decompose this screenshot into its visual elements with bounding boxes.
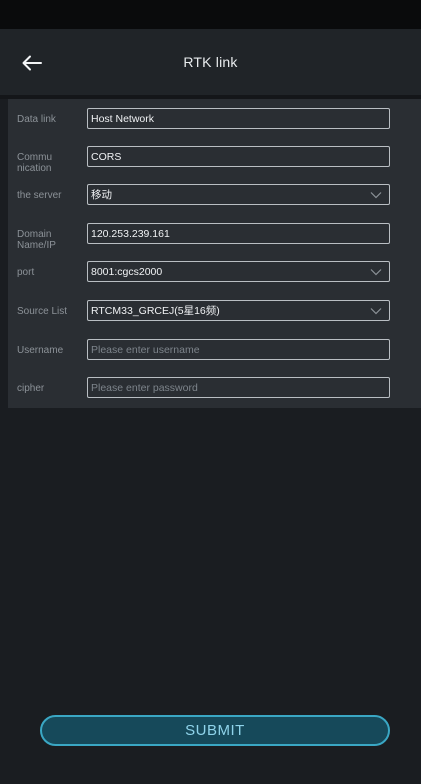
cipher-label: cipher: [17, 383, 45, 394]
domain-label-line2: Name/IP: [17, 240, 56, 251]
password-input[interactable]: [91, 381, 389, 394]
source-list-label: Source List: [17, 306, 68, 317]
communication-label-line2: nication: [17, 163, 52, 174]
data-link-field[interactable]: Host Network: [87, 108, 390, 129]
username-label: Username: [17, 345, 64, 356]
server-value: 移动: [91, 189, 112, 201]
row-cipher: cipher: [8, 377, 421, 401]
username-field[interactable]: [87, 339, 390, 360]
port-label: port: [17, 267, 35, 278]
row-domain: Domain Name/IP 120.253.239.161: [8, 223, 421, 251]
app-header: RTK link: [0, 29, 421, 95]
chevron-down-icon: [370, 269, 382, 276]
row-port: port 8001:cgcs2000: [8, 261, 421, 285]
username-input[interactable]: [91, 343, 389, 356]
status-bar: [0, 0, 421, 29]
row-data-link: Data link Host Network: [8, 108, 421, 132]
source-list-value: RTCM33_GRCEJ(5星16频): [91, 305, 220, 317]
row-source-list: Source List RTCM33_GRCEJ(5星16频): [8, 300, 421, 324]
chevron-down-icon: [370, 192, 382, 199]
server-select[interactable]: 移动: [87, 184, 390, 205]
port-value: 8001:cgcs2000: [91, 265, 163, 278]
domain-label: Domain Name/IP: [17, 229, 77, 251]
row-username: Username: [8, 339, 421, 363]
submit-button[interactable]: SUBMIT: [40, 715, 390, 746]
rtk-form: Data link Host Network Commu nication CO…: [8, 99, 421, 408]
communication-field[interactable]: CORS: [87, 146, 390, 167]
domain-label-line1: Domain: [17, 229, 52, 240]
communication-label-line1: Commu: [17, 152, 53, 163]
data-link-label: Data link: [17, 114, 56, 125]
domain-value: 120.253.239.161: [91, 227, 170, 240]
source-list-select[interactable]: RTCM33_GRCEJ(5星16频): [87, 300, 390, 321]
communication-value: CORS: [91, 150, 122, 163]
chevron-down-icon: [370, 308, 382, 315]
server-label: the server: [17, 190, 62, 201]
domain-field[interactable]: 120.253.239.161: [87, 223, 390, 244]
data-link-value: Host Network: [91, 112, 155, 125]
cipher-field[interactable]: [87, 377, 390, 398]
row-server: the server 移动: [8, 184, 421, 208]
page-title: RTK link: [183, 54, 238, 70]
communication-label: Commu nication: [17, 152, 77, 174]
port-select[interactable]: 8001:cgcs2000: [87, 261, 390, 282]
row-communication: Commu nication CORS: [8, 146, 421, 174]
